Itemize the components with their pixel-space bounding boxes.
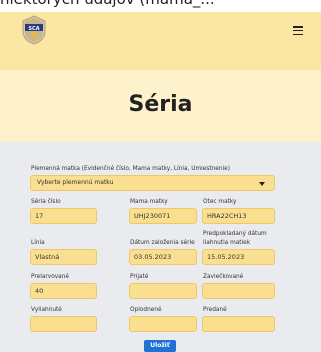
mated-input[interactable]	[129, 316, 197, 332]
logo-icon: SCA	[22, 15, 46, 45]
serial-number-label: Séria číslo	[31, 199, 61, 205]
page-top-fragment-text: niektorých údajov (mamá_...	[0, 0, 215, 8]
queen-father-input[interactable]: HRA22CH13	[202, 208, 275, 224]
dropdown-arrow-icon	[259, 182, 265, 186]
page-top-fragment: niektorých údajov (mamá_...	[0, 0, 321, 12]
hatched-label: Vyliahnuté	[31, 307, 62, 313]
line-input[interactable]: Vlastná	[30, 249, 97, 265]
creation-date-input[interactable]: 03.05.2023	[129, 249, 197, 265]
mated-label: Oplodnené	[130, 307, 162, 313]
transferred-label: Prelarvované	[31, 274, 69, 280]
transferred-input[interactable]: 40	[30, 283, 97, 299]
queen-select[interactable]: Vyberte plemennú matku	[30, 175, 275, 191]
page-title: Séria	[128, 92, 193, 117]
expected-hatch-label-line1: Predpokladaný dátum	[203, 231, 267, 237]
capped-input[interactable]	[202, 283, 275, 299]
save-button[interactable]: Uložiť	[144, 340, 176, 352]
sold-label: Predané	[203, 307, 227, 313]
accepted-input[interactable]	[129, 283, 197, 299]
title-bar: Séria	[0, 70, 321, 142]
serial-number-input[interactable]: 17	[30, 208, 97, 224]
accepted-label: Prijaté	[130, 274, 149, 280]
logo-badge[interactable]: SCA	[21, 15, 47, 45]
hatched-input[interactable]	[30, 316, 97, 332]
line-label: Línia	[31, 240, 45, 246]
expected-hatch-input[interactable]: 15.05.2023	[202, 249, 275, 265]
sold-input[interactable]	[202, 316, 275, 332]
queen-select-value: Vyberte plemennú matku	[37, 179, 114, 186]
queen-father-label: Otec matky	[203, 199, 237, 205]
navbar: SCA	[0, 12, 321, 70]
expected-hatch-label-line2: liahnutia matiek	[203, 240, 251, 246]
capped-label: Zaviečkované	[203, 274, 244, 280]
queen-mother-input[interactable]: UHJ230071	[129, 208, 197, 224]
logo-text: SCA	[28, 26, 39, 32]
queen-select-label: Plemenná matka (Evidenčné číslo, Mama ma…	[31, 166, 230, 172]
hamburger-icon[interactable]	[293, 26, 303, 36]
creation-date-label: Dátum založenia série	[130, 240, 195, 246]
queen-mother-label: Mama matky	[130, 199, 168, 205]
